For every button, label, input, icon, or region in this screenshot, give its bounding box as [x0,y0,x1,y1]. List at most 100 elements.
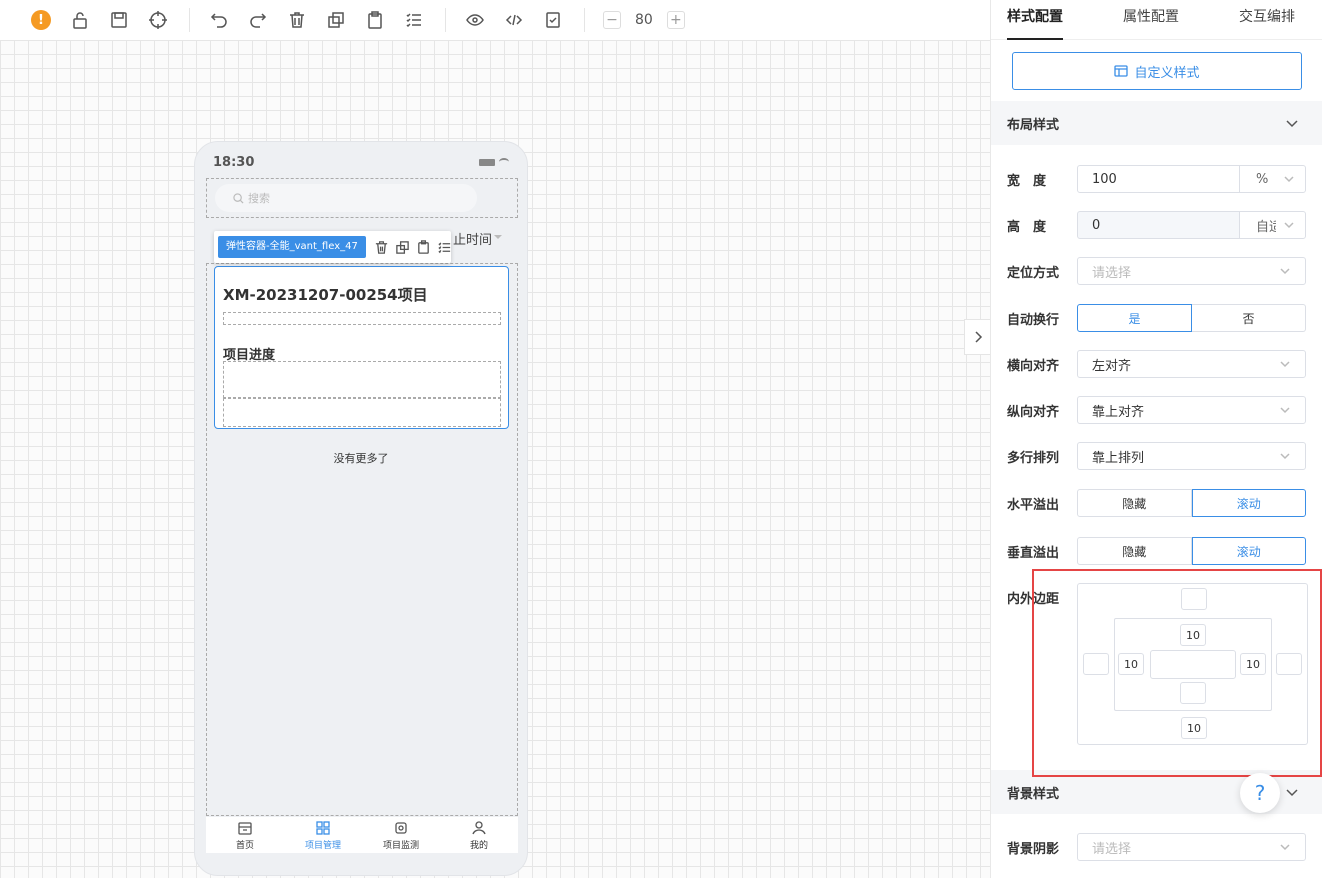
save-icon[interactable] [108,9,130,31]
multi-line-row: 多行排列 靠上排列 [1007,442,1307,470]
margin-left-input[interactable] [1083,653,1109,675]
padding-right-input[interactable]: 10 [1240,653,1266,675]
user-icon [472,820,486,834]
tab-home[interactable]: 首页 [206,817,284,853]
selection-toolbar: 弹性容器-全能_vant_flex_47 [214,231,451,263]
zoom-in-button[interactable]: + [666,11,685,29]
width-unit-select[interactable]: % [1239,165,1306,193]
tab-project-manage[interactable]: 项目管理 [284,817,362,853]
v-overflow-row: 垂直溢出 隐藏 滚动 [1007,537,1307,565]
h-align-select[interactable]: 左对齐 [1077,350,1306,378]
v-overflow-scroll-button[interactable]: 滚动 [1191,537,1306,565]
toolbar: ! − 80 + [0,0,990,40]
padding-bottom-input[interactable] [1180,682,1206,704]
tab-label: 项目监测 [382,840,419,851]
box-model-editor: 10 10 10 10 [1077,583,1308,745]
custom-style-button[interactable]: 自定义样式 [1012,52,1302,90]
multi-line-select[interactable]: 靠上排列 [1077,442,1306,470]
wrap-no-button[interactable]: 否 [1192,304,1306,332]
tab-label: 首页 [235,840,254,851]
preview-icon[interactable] [464,9,486,31]
monitor-icon [395,821,407,834]
tab-property-config[interactable]: 属性配置 [1123,0,1179,40]
home-icon [238,821,252,835]
h-overflow-hide-button[interactable]: 隐藏 [1077,489,1192,517]
search-input[interactable]: 搜索 [215,184,477,212]
tab-style-config[interactable]: 样式配置 [1007,0,1063,40]
style-icon [1114,65,1129,77]
tab-label: 我的 [469,840,488,851]
selected-flex-container[interactable]: XM-20231207-00254项目 项目进度 [214,266,509,429]
search-container[interactable]: 搜索 [206,178,518,218]
placeholder-slot[interactable] [223,312,501,325]
chevron-down-icon [1280,453,1290,460]
chevron-down-icon [1286,789,1298,797]
v-align-row: 纵向对齐 靠上对齐 [1007,396,1307,424]
chevron-down-icon [1280,844,1290,851]
unlock-icon[interactable] [69,9,91,31]
chevron-down-icon [1286,120,1298,128]
help-button[interactable]: ? [1240,773,1280,813]
padding-top-input[interactable]: 10 [1180,624,1206,646]
filter-end-time[interactable]: 止时间 [453,229,492,248]
paste-icon[interactable] [364,9,386,31]
margin-top-input[interactable] [1181,588,1207,610]
bg-shadow-row: 背景阴影 请选择 [1007,833,1307,861]
padding-left-input[interactable]: 10 [1118,653,1144,675]
position-row: 定位方式 请选择 [1007,257,1307,285]
no-more-text: 没有更多了 [333,452,389,465]
caret-down-icon [494,235,502,239]
content-box [1150,650,1236,679]
tab-label: 项目管理 [304,840,341,851]
redo-icon[interactable] [247,9,269,31]
code-icon[interactable] [503,9,525,31]
empty-slot[interactable] [223,398,501,427]
tab-mine[interactable]: 我的 [440,817,518,853]
zoom-out-button[interactable]: − [603,11,621,29]
margin-right-input[interactable] [1276,653,1302,675]
config-panel: 样式配置 属性配置 交互编排 自定义样式 布局样式 宽 度 100 % 高 度 … [990,0,1322,878]
target-icon[interactable] [147,9,169,31]
progress-slot[interactable] [223,361,501,398]
delete-icon[interactable] [374,240,389,255]
grid-icon [316,820,330,835]
paste-icon[interactable] [416,239,431,255]
undo-icon[interactable] [208,9,230,31]
design-canvas[interactable]: 18:30 搜索 止时间 XM-20231207-00254项目 项目进度 弹性… [0,40,990,878]
width-input[interactable]: 100 [1077,165,1240,193]
separator [189,8,190,32]
h-overflow-scroll-button[interactable]: 滚动 [1191,489,1306,517]
v-align-select[interactable]: 靠上对齐 [1077,396,1306,424]
height-unit-select[interactable]: 自适 [1239,211,1306,239]
project-title: XM-20231207-00254项目 [223,286,428,304]
height-input[interactable]: 0 [1077,211,1240,239]
collapse-panel-button[interactable] [964,319,990,355]
warning-icon[interactable]: ! [30,9,52,31]
copy-icon[interactable] [395,240,410,255]
list-icon[interactable] [437,240,452,255]
tab-interaction[interactable]: 交互编排 [1239,0,1295,40]
v-overflow-hide-button[interactable]: 隐藏 [1077,537,1192,565]
wrap-row: 自动换行 是 否 [1007,304,1307,332]
chevron-down-icon [1280,361,1290,368]
wrap-yes-button[interactable]: 是 [1077,304,1192,332]
margin-bottom-input[interactable]: 10 [1181,717,1207,739]
bg-shadow-select[interactable]: 请选择 [1077,833,1306,861]
padding-box: 10 10 10 [1114,618,1272,711]
check-doc-icon[interactable] [542,9,564,31]
component-tag[interactable]: 弹性容器-全能_vant_flex_47 [218,236,366,258]
chevron-down-icon [1280,407,1290,414]
status-time: 18:30 [213,154,255,170]
h-overflow-row: 水平溢出 隐藏 滚动 [1007,489,1307,517]
tab-project-monitor[interactable]: 项目监测 [362,817,440,853]
copy-icon[interactable] [325,9,347,31]
delete-icon[interactable] [286,9,308,31]
list-icon[interactable] [403,9,425,31]
layout-section-header[interactable]: 布局样式 [991,101,1322,145]
search-placeholder: 搜索 [248,192,270,205]
tab-bar: 首页 项目管理 项目监测 我的 [206,817,518,853]
position-select[interactable]: 请选择 [1077,257,1306,285]
chevron-down-icon [1284,222,1294,229]
separator [584,8,585,32]
zoom-control: − 80 + [603,11,685,29]
